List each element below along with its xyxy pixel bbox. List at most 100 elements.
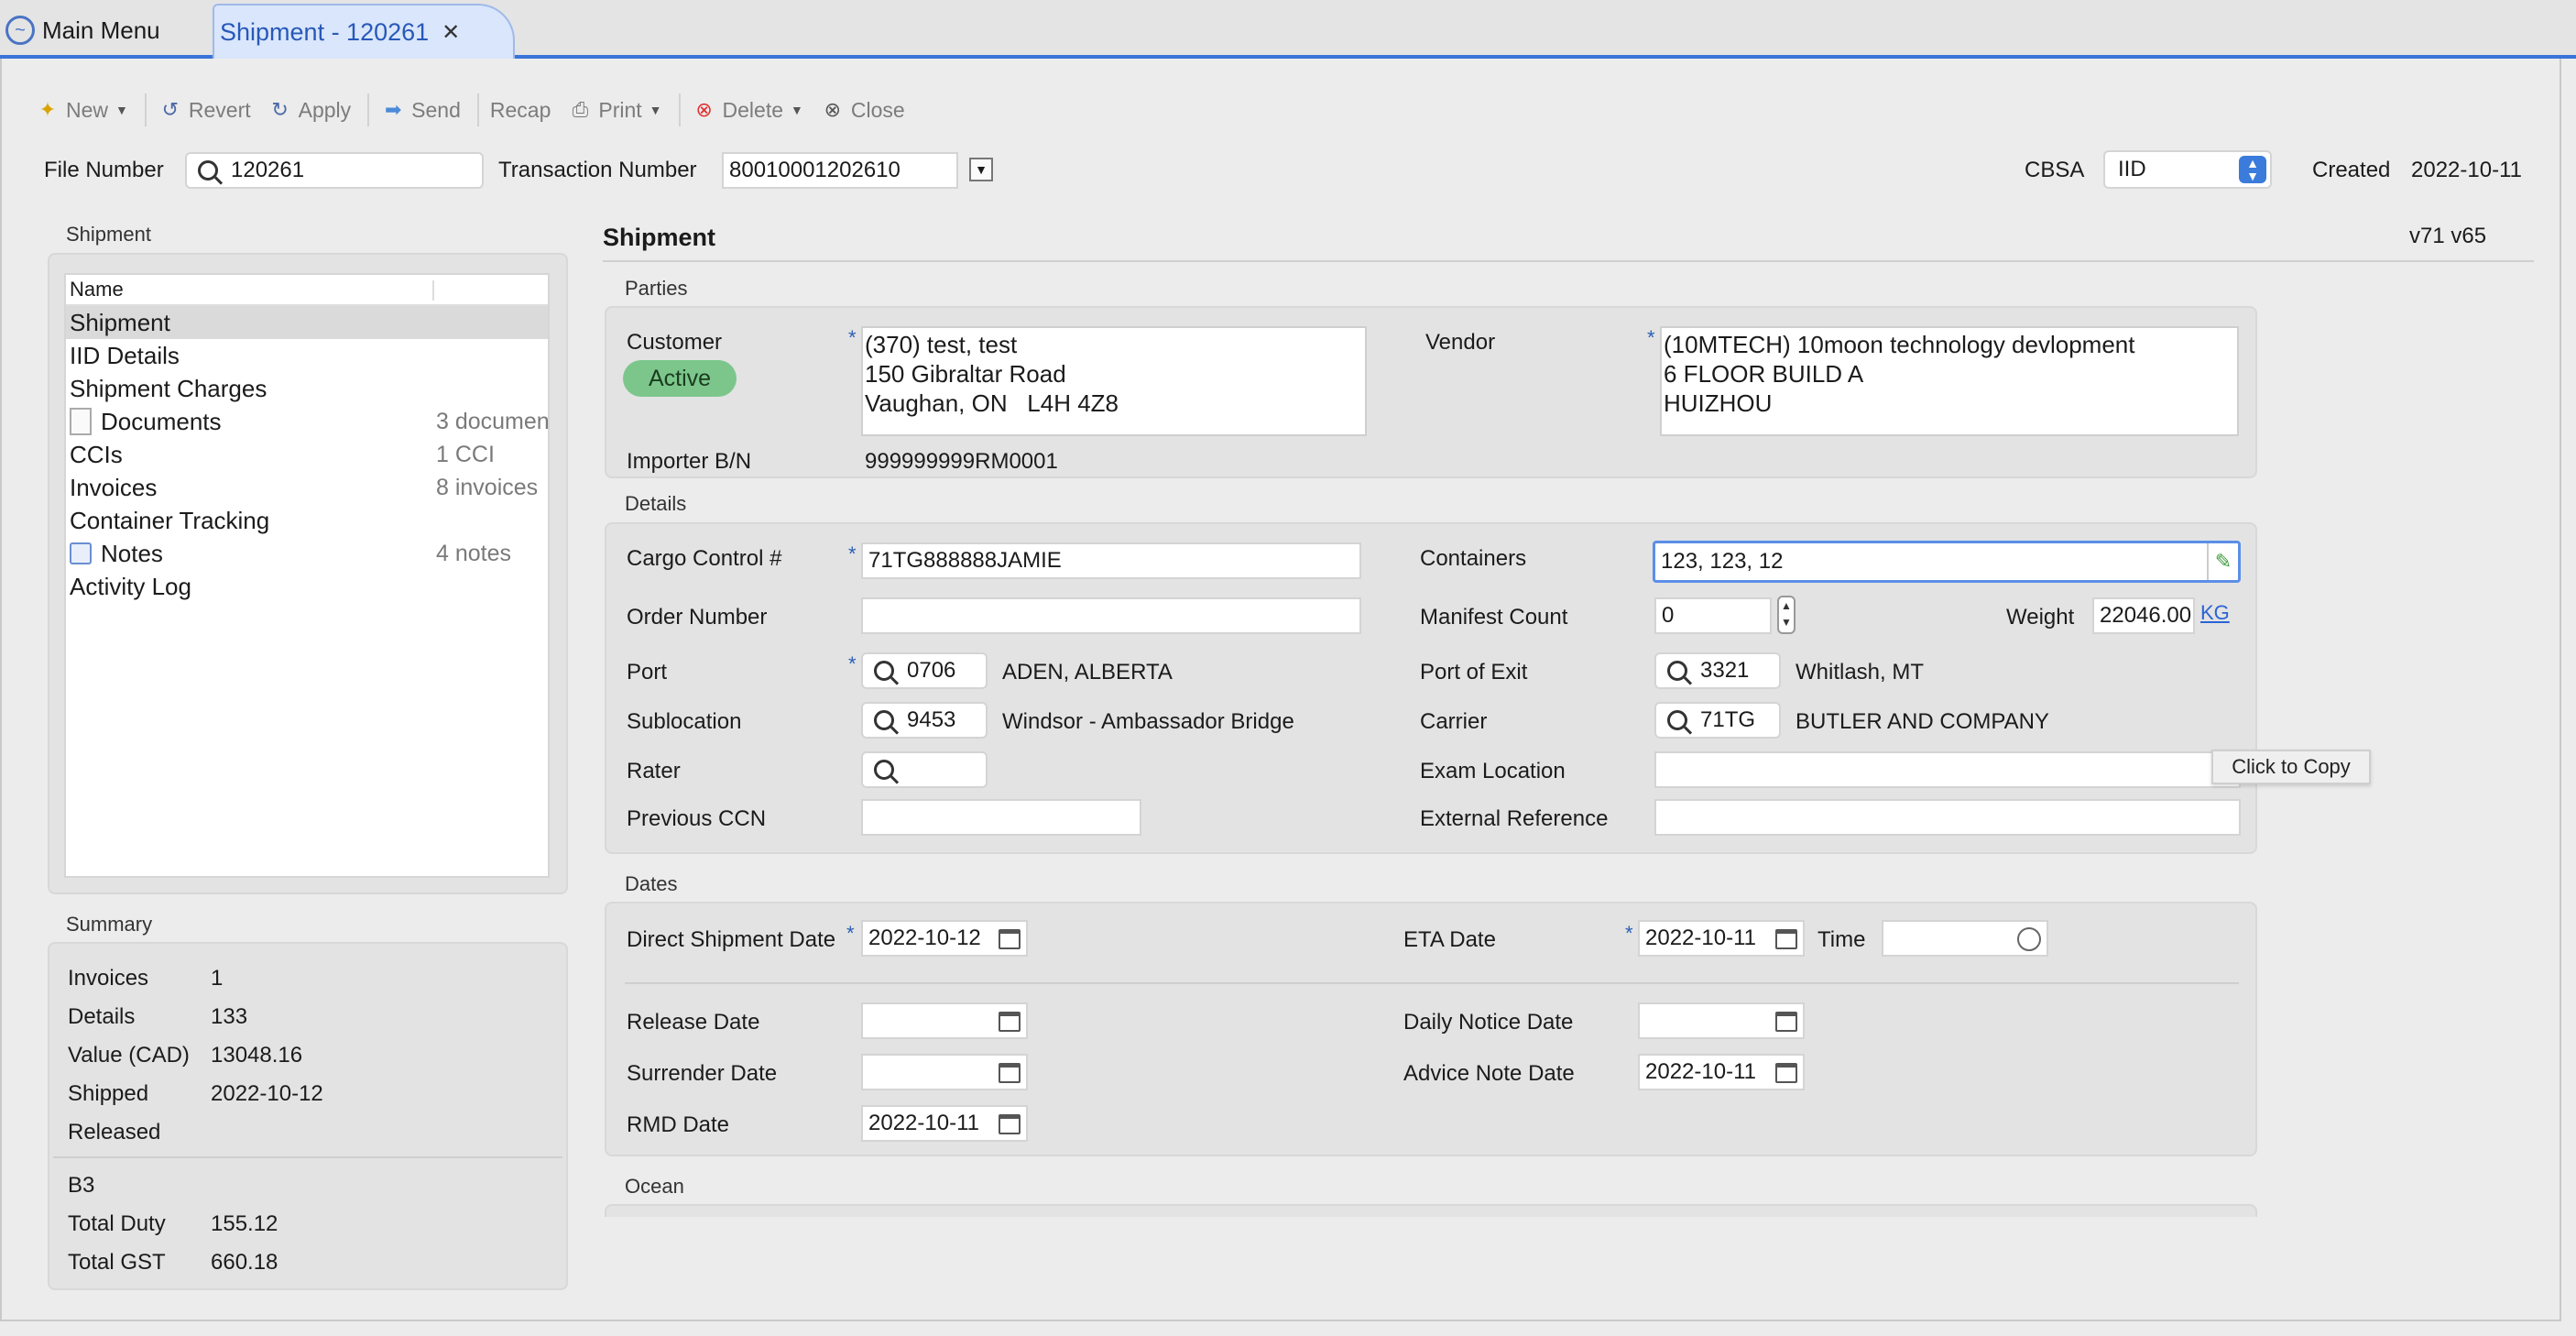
port-code-field[interactable]: 0706: [861, 652, 988, 689]
new-button[interactable]: ✦ New ▼: [35, 97, 128, 123]
cargo-control-value: 71TG888888JAMIE: [868, 548, 1062, 573]
summary-shipped-label: Shipped: [68, 1081, 149, 1106]
search-icon[interactable]: [874, 760, 894, 780]
cargo-control-label: Cargo Control #: [627, 546, 782, 571]
sidebar-item-label: Notes: [101, 539, 163, 567]
tab-shipment[interactable]: Shipment - 120261 ✕: [213, 4, 515, 59]
sidebar-item-invoices[interactable]: Invoices 8 invoices: [66, 471, 548, 504]
send-button[interactable]: ➡ Send: [380, 97, 461, 123]
cbsa-select[interactable]: IID ▲ ▼: [2103, 150, 2272, 189]
calendar-icon[interactable]: [999, 1063, 1021, 1083]
carrier-label: Carrier: [1420, 709, 1488, 734]
direct-shipment-date-field[interactable]: 2022-10-12: [861, 920, 1028, 957]
print-button[interactable]: ⎙ Print ▼: [567, 97, 662, 123]
recap-button[interactable]: Recap: [490, 98, 551, 123]
exam-location-field[interactable]: [1654, 751, 2241, 788]
chevron-down-icon[interactable]: ▼: [791, 103, 803, 117]
vendor-line-1: (10MTECH) 10moon technology devlopment: [1664, 331, 2135, 358]
sidebar-item-container-tracking[interactable]: Container Tracking: [66, 504, 548, 537]
sublocation-code: 9453: [907, 707, 956, 732]
close-button-label: Close: [850, 97, 905, 122]
previous-ccn-field[interactable]: [861, 799, 1141, 836]
advice-note-date-label: Advice Note Date: [1403, 1061, 1575, 1086]
summary-details-label: Details: [68, 1004, 136, 1029]
delete-button[interactable]: ⊗ Delete ▼: [692, 97, 803, 123]
transaction-number-field[interactable]: 80010001202610: [722, 152, 958, 189]
search-icon[interactable]: [874, 661, 894, 681]
chevron-down-icon[interactable]: ▼: [115, 103, 128, 117]
sublocation-field[interactable]: 9453: [861, 702, 988, 739]
weight-field[interactable]: 22046.00: [2092, 597, 2195, 634]
carrier-field[interactable]: 71TG: [1654, 702, 1781, 739]
sidebar-item-notes[interactable]: Notes 4 notes: [66, 537, 548, 570]
vendor-address-field[interactable]: (10MTECH) 10moon technology devlopment 6…: [1660, 326, 2239, 436]
ocean-panel: [605, 1204, 2257, 1217]
customer-line-2: 150 Gibraltar Road: [865, 360, 1066, 388]
external-reference-label: External Reference: [1420, 806, 1609, 831]
sidebar-item-count: 1 CCI: [436, 441, 495, 467]
sidebar-item-shipment-charges[interactable]: Shipment Charges: [66, 372, 548, 405]
calendar-icon[interactable]: [1775, 1012, 1797, 1032]
rmd-date-field[interactable]: 2022-10-11: [861, 1105, 1028, 1142]
order-number-field[interactable]: [861, 597, 1361, 634]
revert-icon: ↺: [161, 98, 180, 121]
sidebar-item-iid-details[interactable]: IID Details: [66, 339, 548, 372]
sidebar-item-activity-log[interactable]: Activity Log: [66, 570, 548, 603]
cargo-control-field[interactable]: 71TG888888JAMIE: [861, 542, 1361, 579]
summary-value-label: Value (CAD): [68, 1043, 190, 1068]
vendor-line-3: HUIZHOU: [1664, 389, 1773, 417]
daily-notice-date-field[interactable]: [1638, 1002, 1805, 1039]
sidebar-item-shipment[interactable]: Shipment: [66, 306, 548, 339]
search-icon[interactable]: [1667, 710, 1687, 730]
external-reference-field[interactable]: [1654, 799, 2241, 836]
clock-icon[interactable]: [2017, 927, 2041, 951]
time-field[interactable]: [1882, 920, 2048, 957]
search-icon[interactable]: [874, 710, 894, 730]
vendor-line-2: 6 FLOOR BUILD A: [1664, 360, 1864, 388]
toolbar-divider: [678, 93, 681, 126]
select-stepper-icon[interactable]: ▲ ▼: [2239, 156, 2266, 183]
customer-address-field[interactable]: (370) test, test 150 Gibraltar Road Vaug…: [861, 326, 1367, 436]
manifest-count-value: 0: [1662, 603, 1675, 628]
advice-note-date-value: 2022-10-11: [1645, 1059, 1756, 1084]
containers-label: Containers: [1420, 546, 1527, 571]
calendar-icon[interactable]: [1775, 1063, 1797, 1083]
close-tab-icon[interactable]: ✕: [442, 19, 460, 46]
weight-unit-link[interactable]: KG: [2200, 601, 2230, 625]
importer-label: Importer B/N: [627, 449, 752, 474]
file-number-field[interactable]: 120261: [185, 152, 484, 189]
eta-date-field[interactable]: 2022-10-11: [1638, 920, 1805, 957]
advice-note-date-field[interactable]: 2022-10-11: [1638, 1054, 1805, 1090]
search-icon[interactable]: [1667, 661, 1687, 681]
manifest-stepper-icon[interactable]: ▲ ▼: [1777, 596, 1796, 634]
port-of-exit-field[interactable]: 3321: [1654, 652, 1781, 689]
sidebar-item-ccis[interactable]: CCIs 1 CCI: [66, 438, 548, 471]
calendar-icon[interactable]: [999, 1012, 1021, 1032]
chevron-down-icon[interactable]: ▼: [649, 103, 662, 117]
sidebar-item-label: Shipment: [70, 308, 170, 336]
calendar-icon[interactable]: [1775, 929, 1797, 949]
containers-field[interactable]: 123, 123, 12 ✎: [1653, 541, 2241, 583]
required-asterisk: *: [846, 922, 855, 945]
surrender-date-field[interactable]: [861, 1054, 1028, 1090]
eta-date-value: 2022-10-11: [1645, 925, 1756, 950]
search-icon[interactable]: [198, 160, 218, 181]
manifest-count-field[interactable]: 0: [1654, 597, 1772, 634]
apply-button[interactable]: ↻ Apply: [267, 97, 351, 123]
close-button[interactable]: ⊗ Close: [820, 97, 905, 123]
tab-main-menu[interactable]: ~ Main Menu: [0, 5, 209, 55]
send-arrow-icon: ➡: [384, 98, 402, 121]
transaction-dropdown-chevron-icon[interactable]: ▼: [969, 158, 993, 181]
navigation-tree: Name Shipment IID Details Shipment Charg…: [64, 273, 550, 878]
revert-button[interactable]: ↺ Revert: [158, 97, 251, 123]
calendar-icon[interactable]: [999, 1114, 1021, 1134]
revert-button-label: Revert: [188, 97, 251, 122]
rater-field[interactable]: [861, 751, 988, 788]
weight-label: Weight: [2006, 605, 2075, 630]
edit-pencil-icon[interactable]: ✎: [2207, 543, 2238, 580]
calendar-icon[interactable]: [999, 929, 1021, 949]
sidebar-item-count: 4 notes: [436, 540, 512, 566]
release-date-field[interactable]: [861, 1002, 1028, 1039]
sidebar-item-documents[interactable]: Documents 3 documents: [66, 405, 550, 438]
release-date-label: Release Date: [627, 1010, 760, 1035]
